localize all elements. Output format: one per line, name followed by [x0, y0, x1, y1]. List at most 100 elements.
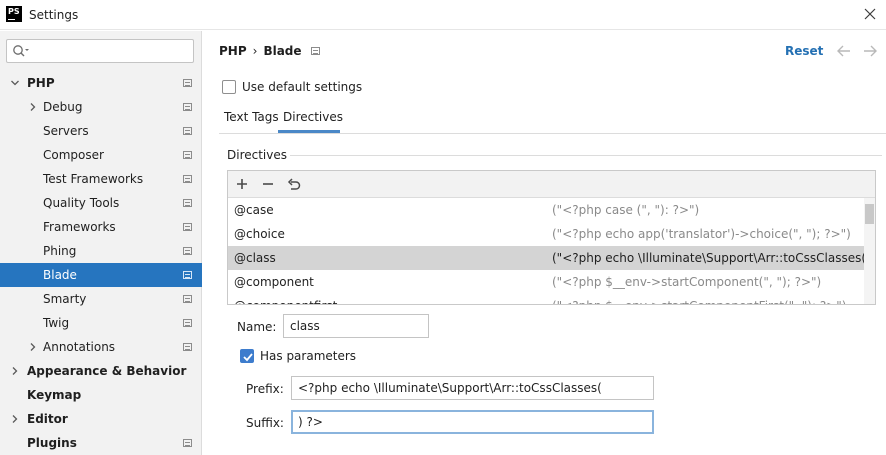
phpstorm-logo-icon: PS: [6, 6, 22, 22]
project-level-icon: [183, 175, 192, 183]
sidebar-item[interactable]: Phing: [0, 239, 202, 263]
sidebar-item[interactable]: Debug: [0, 95, 202, 119]
project-level-icon: [183, 103, 192, 111]
project-level-icon: [183, 247, 192, 255]
directives-section-label: Directives: [227, 148, 287, 162]
directive-value: ("<?php echo app('translator')->choice("…: [552, 227, 851, 241]
directive-row[interactable]: @componentfirst ("<?php $__env->startComp…: [228, 294, 864, 304]
remove-icon[interactable]: [261, 177, 275, 191]
project-level-icon: [183, 439, 192, 447]
chevron-right-icon[interactable]: [28, 342, 38, 352]
directives-scrollbar[interactable]: [864, 198, 875, 304]
sidebar-item[interactable]: Frameworks: [0, 215, 202, 239]
sidebar-item[interactable]: PHP: [0, 71, 202, 95]
directive-value: ("<?php echo \Illuminate\Support\Arr::to…: [552, 251, 864, 265]
settings-search-input[interactable]: [33, 42, 189, 60]
sidebar-item[interactable]: Plugins: [0, 431, 202, 455]
sidebar-item[interactable]: Keymap: [0, 383, 202, 407]
sidebar-item[interactable]: Twig: [0, 311, 202, 335]
sidebar-item[interactable]: Smarty: [0, 287, 202, 311]
sidebar-item-label: Test Frameworks: [43, 172, 144, 186]
project-level-icon: [183, 295, 192, 303]
chevron-right-icon[interactable]: [10, 366, 20, 376]
chevron-right-icon[interactable]: [10, 414, 20, 424]
add-icon[interactable]: [235, 177, 249, 191]
sidebar-item-label: Appearance & Behavior: [27, 364, 187, 378]
tab-directives[interactable]: Directives: [283, 110, 343, 132]
directives-toolbar: [228, 171, 875, 198]
has-parameters-label: Has parameters: [260, 349, 357, 363]
sidebar-item-label: Twig: [43, 316, 70, 330]
breadcrumb-item: Blade: [263, 44, 302, 58]
sidebar-item[interactable]: Quality Tools: [0, 191, 202, 215]
name-label: Name:: [237, 320, 277, 334]
chevron-down-icon[interactable]: [10, 78, 20, 88]
project-level-icon: [183, 223, 192, 231]
tabs-divider: [219, 133, 886, 134]
title-bar: PS Settings: [0, 0, 886, 30]
prefix-input[interactable]: [291, 376, 654, 400]
project-level-icon: [183, 127, 192, 135]
settings-search-box[interactable]: [6, 39, 194, 63]
directive-row[interactable]: @class ("<?php echo \Illuminate\Support\A…: [228, 246, 864, 270]
prefix-label: Prefix:: [246, 382, 284, 396]
sidebar-item-label: PHP: [27, 76, 55, 90]
scrollbar-thumb[interactable]: [865, 204, 874, 224]
project-level-icon: [183, 319, 192, 327]
restore-icon[interactable]: [287, 177, 301, 191]
breadcrumb-separator: ›: [252, 44, 258, 58]
sidebar-item-label: Frameworks: [43, 220, 116, 234]
project-level-icon: [311, 47, 320, 55]
directives-table: @case ("<?php case (", "): ?>") @choice ("<…: [227, 170, 876, 305]
suffix-input[interactable]: [291, 410, 654, 434]
sidebar-item-label: Servers: [43, 124, 89, 138]
name-input[interactable]: [283, 314, 429, 338]
directive-row[interactable]: @case ("<?php case (", "): ?>"): [228, 198, 864, 222]
directive-row[interactable]: @choice ("<?php echo app('translator')->c…: [228, 222, 864, 246]
project-level-icon: [183, 271, 192, 279]
sidebar-item-label: Annotations: [43, 340, 116, 354]
use-default-settings-checkbox[interactable]: [222, 80, 236, 94]
directive-name: @case: [234, 203, 274, 217]
back-arrow-icon[interactable]: [836, 44, 852, 58]
sidebar-item-label: Blade: [43, 268, 77, 282]
breadcrumb-item: PHP: [219, 44, 247, 58]
forward-arrow-icon[interactable]: [862, 44, 878, 58]
sidebar-item[interactable]: Blade: [0, 263, 202, 287]
directive-value: ("<?php $__env->startComponentFirst(", "…: [552, 294, 846, 304]
sidebar-item[interactable]: Annotations: [0, 335, 202, 359]
use-default-settings-label: Use default settings: [242, 80, 363, 94]
sidebar-item-label: Plugins: [27, 436, 77, 450]
tab-text-tags[interactable]: Text Tags: [224, 110, 279, 132]
close-icon: [864, 8, 876, 20]
reset-link[interactable]: Reset: [785, 44, 823, 58]
sidebar-item-label: Composer: [43, 148, 104, 162]
breadcrumb: PHP › Blade: [219, 44, 302, 58]
project-level-icon: [183, 79, 192, 87]
checkmark-icon: [243, 353, 253, 362]
suffix-label: Suffix:: [246, 416, 284, 430]
sidebar-item[interactable]: Test Frameworks: [0, 167, 202, 191]
sidebar-item[interactable]: Editor: [0, 407, 202, 431]
directive-name: @componentfirst: [234, 294, 337, 304]
sidebar-item-label: Editor: [27, 412, 68, 426]
sidebar-item-label: Debug: [43, 100, 83, 114]
sidebar-item[interactable]: Appearance & Behavior: [0, 359, 202, 383]
sidebar-item[interactable]: Composer: [0, 143, 202, 167]
sidebar-item-label: Smarty: [43, 292, 87, 306]
sidebar-item-label: Phing: [43, 244, 77, 258]
project-level-icon: [183, 151, 192, 159]
sidebar-item[interactable]: Servers: [0, 119, 202, 143]
window-title: Settings: [29, 8, 79, 22]
directive-value: ("<?php case (", "): ?>"): [552, 203, 700, 217]
directive-value: ("<?php $__env->startComponent(", "); ?>…: [552, 275, 822, 289]
chevron-right-icon[interactable]: [28, 102, 38, 112]
has-parameters-checkbox[interactable]: [240, 349, 254, 363]
close-button[interactable]: [862, 6, 878, 22]
section-divider: [290, 155, 882, 156]
sidebar-item-label: Quality Tools: [43, 196, 120, 210]
search-icon: [13, 45, 29, 57]
sidebar-item-label: Keymap: [27, 388, 82, 402]
project-level-icon: [183, 199, 192, 207]
directive-row[interactable]: @component ("<?php $__env->startComponent…: [228, 270, 864, 294]
